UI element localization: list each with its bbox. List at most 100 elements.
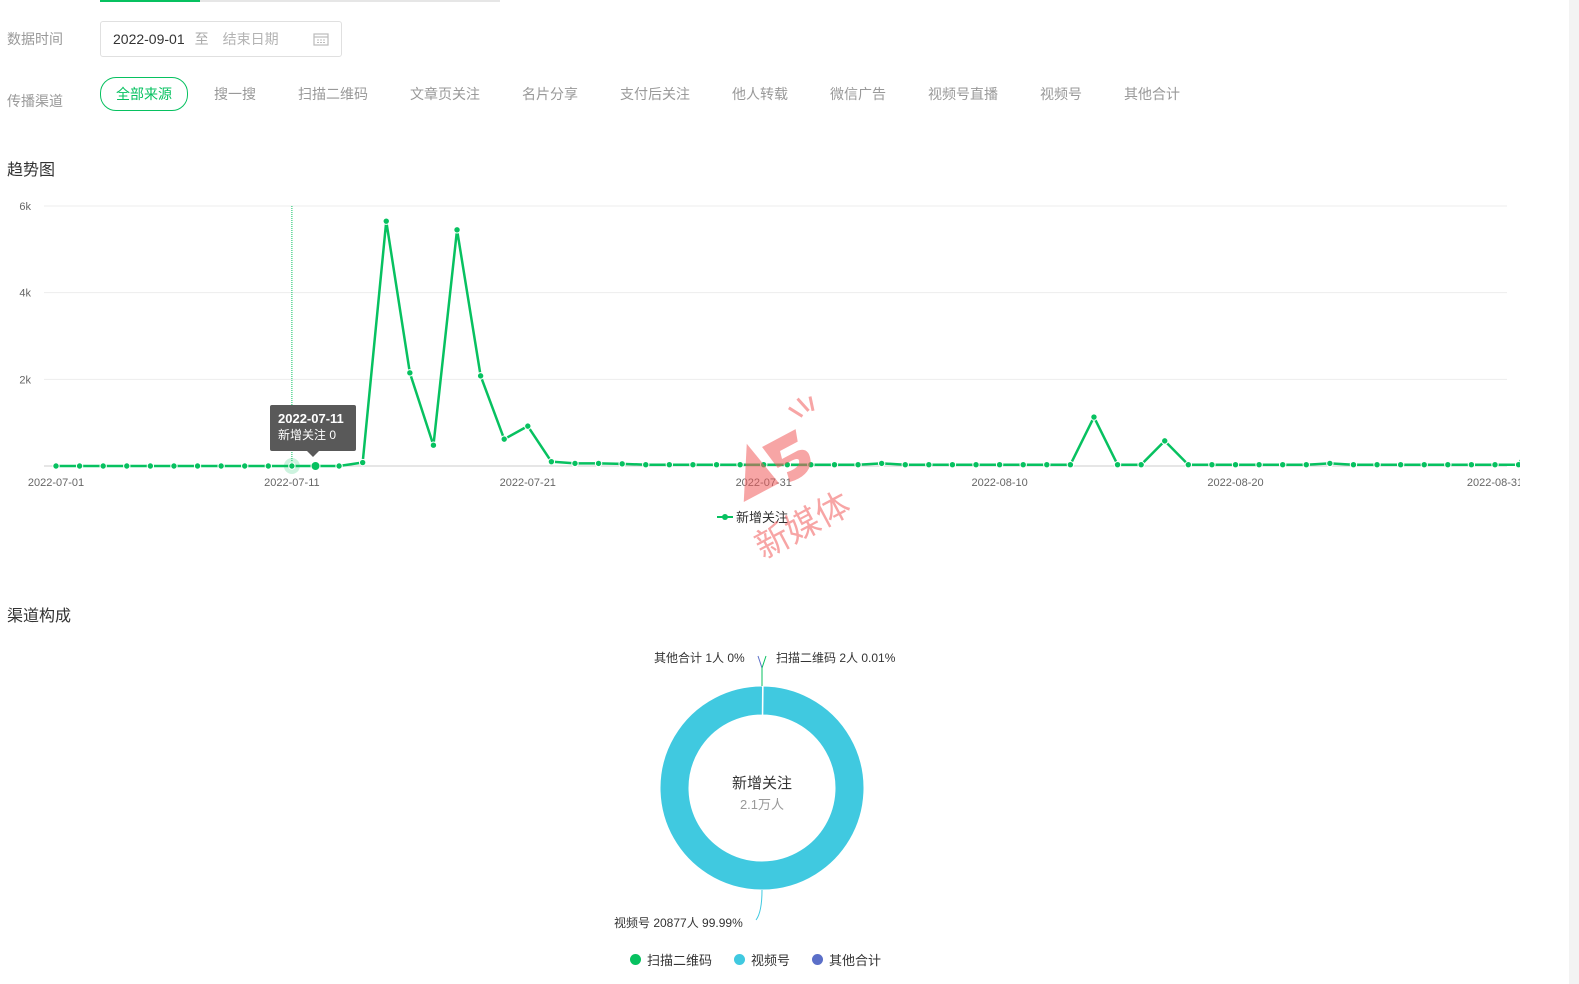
data-point[interactable] [689, 461, 697, 469]
data-point[interactable] [1373, 461, 1381, 469]
data-point[interactable] [925, 461, 933, 469]
data-point[interactable] [783, 461, 791, 469]
channel-chip-video[interactable]: 视频号 [1040, 84, 1082, 104]
data-point[interactable] [358, 458, 367, 467]
calendar-icon[interactable] [313, 32, 329, 46]
data-point[interactable] [1208, 461, 1216, 469]
top-tab-underline [100, 0, 500, 2]
data-point[interactable] [146, 462, 155, 470]
data-point[interactable] [524, 422, 532, 430]
pie-legend-item-qrcode[interactable]: 扫描二维码 [630, 950, 712, 969]
data-point[interactable] [500, 435, 508, 443]
data-point[interactable] [972, 461, 980, 469]
channel-chip-after-payment[interactable]: 支付后关注 [620, 84, 690, 104]
data-point[interactable] [807, 461, 815, 469]
data-point[interactable] [547, 457, 556, 466]
data-point[interactable] [736, 461, 744, 469]
channel-chip-qrcode[interactable]: 扫描二维码 [298, 84, 368, 104]
data-point[interactable] [854, 461, 862, 469]
data-point[interactable] [310, 461, 321, 471]
data-point[interactable] [1278, 461, 1287, 469]
trend-line-chart[interactable]: 2k 4k 6k 2022-07-01 2022-07-11 2022-07-21 2022… [0, 190, 1520, 490]
data-point[interactable] [170, 462, 178, 470]
data-point[interactable] [75, 462, 84, 470]
data-point[interactable] [901, 461, 909, 469]
data-point[interactable] [948, 461, 957, 469]
data-point[interactable] [712, 461, 721, 469]
data-point[interactable] [1043, 461, 1051, 469]
data-point[interactable] [1090, 413, 1098, 421]
data-point[interactable] [1137, 461, 1145, 469]
data-point[interactable] [830, 461, 839, 469]
data-point[interactable] [193, 462, 202, 470]
data-point[interactable] [594, 459, 603, 468]
data-point[interactable] [288, 462, 296, 470]
data-point[interactable] [1467, 461, 1476, 469]
data-point[interactable] [476, 372, 485, 380]
date-separator: 至 [194, 31, 209, 47]
channel-chip-wechat-ads[interactable]: 微信广告 [830, 84, 886, 104]
data-point[interactable] [1326, 459, 1334, 468]
data-point[interactable] [217, 462, 225, 470]
page-scrollbar[interactable] [1569, 0, 1579, 984]
data-point[interactable] [335, 462, 343, 470]
tooltip-value: 新增关注 0 [278, 428, 337, 442]
data-point[interactable] [642, 461, 650, 469]
donut-center-value: 2.1万人 [740, 797, 784, 812]
pie-slice[interactable] [761, 685, 764, 716]
data-point[interactable] [1231, 461, 1240, 469]
x-tick-label: 2022-08-10 [971, 477, 1027, 489]
data-point[interactable] [1113, 461, 1122, 469]
data-point[interactable] [760, 461, 768, 469]
data-point[interactable] [877, 459, 886, 468]
data-point[interactable] [1444, 461, 1452, 469]
data-point[interactable] [995, 461, 1004, 469]
data-point[interactable] [406, 369, 414, 377]
data-point[interactable] [123, 462, 131, 470]
start-date-input[interactable]: 2022-09-01 [113, 31, 185, 47]
pie-label-other: 其他合计 1人 0% [654, 650, 745, 665]
data-point[interactable] [1255, 461, 1263, 469]
channel-chip-card-share[interactable]: 名片分享 [522, 84, 578, 104]
pie-legend-item-other[interactable]: 其他合计 [812, 950, 881, 969]
channel-chip-article[interactable]: 文章页关注 [410, 84, 480, 104]
data-point[interactable] [52, 462, 60, 470]
pie-legend-item-video[interactable]: 视频号 [734, 950, 790, 969]
data-point[interactable] [241, 462, 249, 470]
data-point[interactable] [1302, 461, 1310, 469]
channel-chip-video-live[interactable]: 视频号直播 [928, 84, 998, 104]
x-tick-label: 2022-08-20 [1207, 477, 1263, 489]
data-point[interactable] [429, 441, 438, 449]
channel-donut-chart[interactable]: 其他合计 1人 0% 扫描二维码 2人 0.01% 视频号 20877人 99.… [580, 640, 940, 940]
data-point[interactable] [665, 461, 674, 469]
data-point[interactable] [1019, 461, 1027, 469]
channel-chip-all[interactable]: 全部来源 [100, 77, 188, 111]
composition-section-title: 渠道构成 [7, 608, 72, 625]
pie-legend: 扫描二维码 视频号 其他合计 [630, 950, 903, 969]
end-date-input[interactable]: 结束日期 [223, 29, 313, 49]
data-point[interactable] [382, 217, 390, 225]
pie-label-qrcode: 扫描二维码 2人 0.01% [776, 651, 896, 665]
data-point[interactable] [1184, 461, 1193, 469]
data-point[interactable] [571, 459, 579, 468]
channel-filter-label: 传播渠道 [7, 93, 63, 109]
data-point[interactable] [1491, 461, 1499, 469]
channel-chip-other[interactable]: 其他合计 [1124, 84, 1180, 104]
date-range-picker[interactable]: 2022-09-01 至 结束日期 [100, 21, 342, 57]
legend-swatch [812, 954, 824, 965]
data-point[interactable] [99, 462, 107, 470]
data-point[interactable] [453, 226, 461, 234]
data-point[interactable] [1161, 437, 1169, 445]
data-point[interactable] [618, 460, 626, 468]
channel-chip-repost[interactable]: 他人转载 [732, 84, 788, 104]
data-point[interactable] [1420, 461, 1428, 469]
data-point[interactable] [1396, 461, 1405, 469]
data-point[interactable] [1066, 461, 1075, 469]
data-point[interactable] [1349, 461, 1358, 469]
data-point[interactable] [264, 462, 273, 470]
trend-legend[interactable]: 新增关注 [717, 507, 788, 526]
active-tab-indicator [100, 0, 200, 2]
legend-swatch [734, 954, 746, 965]
channel-chip-search[interactable]: 搜一搜 [214, 84, 256, 104]
data-point[interactable] [1514, 461, 1520, 469]
